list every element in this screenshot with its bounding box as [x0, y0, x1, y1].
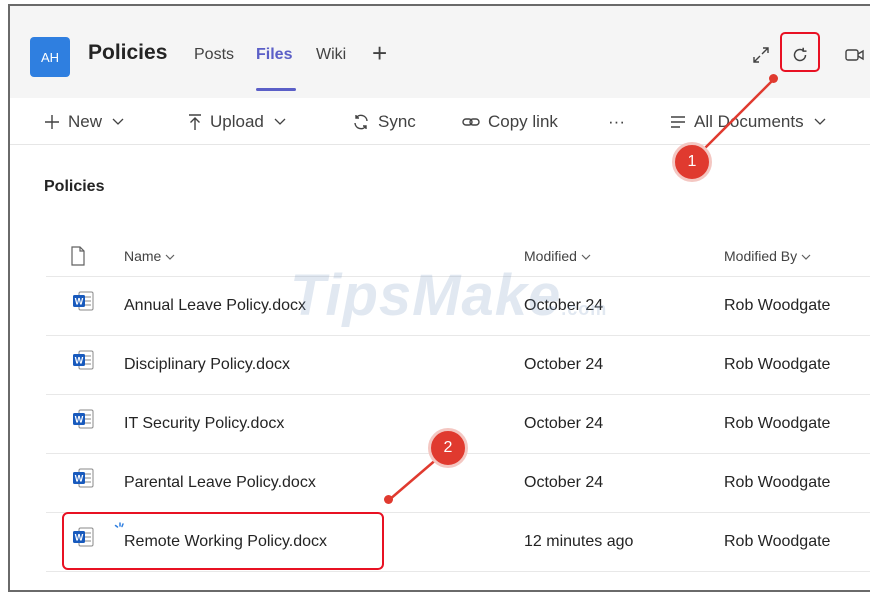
annotation-line-2	[388, 457, 439, 501]
annotation-marker-1: 1	[672, 142, 712, 182]
annotation-marker-2: 2	[428, 428, 468, 468]
annotation-line-1	[703, 78, 775, 150]
annotation-dot-2	[384, 495, 393, 504]
teams-window: AH Policies Posts Files Wiki + New Uploa…	[8, 4, 870, 592]
annotation-dot-1	[769, 74, 778, 83]
annotation-lines	[388, 78, 775, 501]
